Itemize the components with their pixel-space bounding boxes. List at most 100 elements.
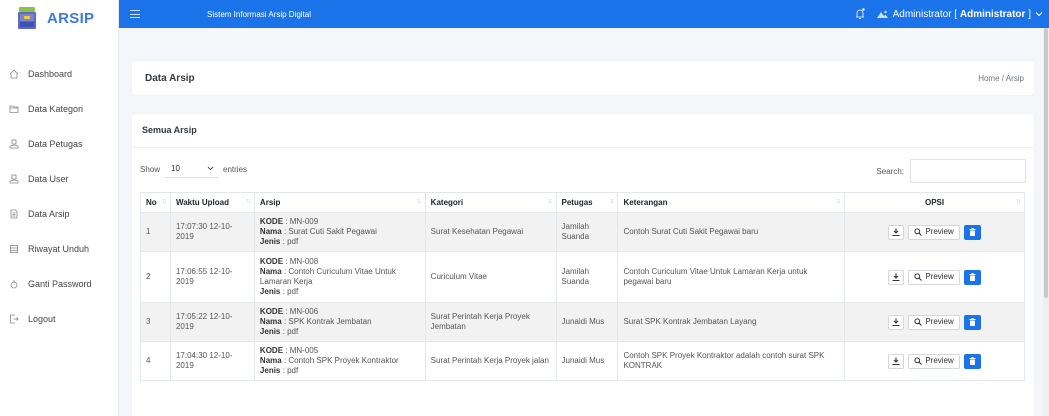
preview-button[interactable]: Preview — [908, 314, 960, 330]
arsip-jenis: Jenis : pdf — [259, 287, 299, 296]
column-header-no[interactable]: No ↑↓ — [140, 192, 171, 213]
cell-waktu-upload: 17:05:22 12-10-2019 — [169, 302, 255, 342]
column-header-kategori[interactable]: Kategori ↑↓ — [424, 192, 557, 213]
sidebar-item-label: Ganti Password — [28, 278, 92, 289]
cell-no: 4 — [140, 341, 171, 381]
arsip-nama: Nama : Contoh Curiculum Vitae Untuk Lama… — [259, 267, 396, 286]
column-header-arsip[interactable]: Arsip ↑↓ — [253, 192, 426, 213]
menu-toggle-button[interactable] — [130, 10, 140, 18]
cell-keterangan: Surat SPK Kontrak Jembatan Layang — [617, 302, 846, 342]
trash-icon — [969, 357, 976, 365]
cell-arsip: KODE : MN-006 Nama : SPK Kontrak Jembatan… — [253, 302, 426, 342]
cell-opsi: Preview — [844, 302, 1025, 342]
preview-button[interactable]: Preview — [908, 353, 960, 369]
user-avatar-icon — [876, 10, 888, 19]
sidebar-item-label: Riwayat Unduh — [28, 243, 90, 254]
search-label: Search: — [876, 166, 904, 176]
sidebar-item-data-petugas[interactable]: Data Petugas — [0, 126, 118, 161]
user-icon — [9, 174, 19, 184]
cell-arsip: KODE : MN-008 Nama : Contoh Curiculum Vit… — [253, 251, 426, 303]
column-header-waktu-upload[interactable]: Waktu Upload ↑↓ — [169, 192, 255, 213]
cell-waktu-upload: 17:04:30 12-10-2019 — [169, 341, 255, 381]
sidebar-item-ganti-password[interactable]: Ganti Password — [0, 266, 118, 301]
app-title: Sistem Informasi Arsip Digital — [207, 9, 312, 19]
delete-button[interactable] — [963, 269, 981, 285]
search-wrap: Search: — [876, 159, 1026, 183]
sidebar-item-label: Data Kategori — [28, 103, 84, 114]
sidebar: ARSIP Dashboard Data Kategori Data Petug… — [0, 0, 119, 416]
scrollbar-thumb[interactable] — [1044, 28, 1048, 298]
chevron-down-icon — [207, 164, 214, 173]
search-input[interactable] — [910, 159, 1026, 183]
table-row: 4 17:04:30 12-10-2019 KODE : MN-005 Nama : … — [140, 341, 1025, 381]
cell-waktu-upload: 17:06:55 12-10-2019 — [169, 251, 255, 303]
cell-petugas: Junaidi Mus — [555, 341, 619, 381]
cell-arsip: KODE : MN-009 Nama : Surat Cuti Sakit Peg… — [253, 212, 426, 252]
cell-opsi: Preview — [844, 341, 1025, 381]
sort-icon: ↑↓ — [245, 198, 251, 205]
arsip-jenis: Jenis : pdf — [259, 366, 299, 375]
entries-value: 10 — [171, 164, 180, 173]
table-row: 1 17:07:30 12-10-2019 KODE : MN-009 Nama : … — [140, 212, 1025, 252]
delete-button[interactable] — [963, 314, 981, 330]
preview-button[interactable]: Preview — [908, 224, 960, 240]
download-button[interactable] — [888, 269, 905, 285]
folder-icon — [9, 104, 19, 114]
download-button[interactable] — [888, 224, 905, 240]
sidebar-item-dashboard[interactable]: Dashboard — [0, 56, 118, 91]
row-actions: Preview — [850, 353, 1019, 369]
sort-icon: ↑↓ — [416, 198, 422, 205]
sort-icon: ↑↓ — [161, 198, 167, 205]
column-header-opsi[interactable]: OPSI ↑↓ — [844, 192, 1025, 213]
column-header-keterangan[interactable]: Keterangan ↑↓ — [617, 192, 846, 213]
divider — [132, 147, 1034, 148]
notification-bell-icon[interactable] — [855, 8, 865, 20]
sidebar-item-data-arsip[interactable]: Data Arsip — [0, 196, 118, 231]
download-icon — [892, 273, 900, 281]
cell-opsi: Preview — [844, 251, 1025, 303]
entries-select[interactable]: 10 — [165, 160, 219, 178]
arsip-kode: KODE : MN-006 — [259, 307, 319, 316]
show-entries: Show 10 entries — [140, 160, 247, 178]
user-menu[interactable]: Administrator [ Administrator ] — [893, 9, 1031, 20]
cell-keterangan: Contoh Curiculum Vitae Untuk Lamaran Ker… — [617, 251, 846, 303]
column-header-petugas[interactable]: Petugas ↑↓ — [555, 192, 619, 213]
cell-opsi: Preview — [844, 212, 1025, 252]
brand-name: ARSIP — [47, 9, 95, 27]
sidebar-item-riwayat-unduh[interactable]: Riwayat Unduh — [0, 231, 118, 266]
card-title: Semua Arsip — [142, 125, 197, 135]
page-title: Data Arsip — [145, 72, 195, 84]
sidebar-item-logout[interactable]: Logout — [0, 301, 118, 336]
brand[interactable]: ARSIP — [0, 0, 118, 36]
arsip-nama: Nama : SPK Kontrak Jembatan — [259, 317, 372, 326]
table-header-row: No ↑↓ Waktu Upload ↑↓ Arsip ↑↓ Kategori ↑↓ P… — [140, 192, 1025, 213]
delete-button[interactable] — [963, 224, 981, 240]
download-button[interactable] — [888, 353, 905, 369]
user-icon — [9, 139, 19, 149]
cell-kategori: Surat Perintah Kerja Proyek Jembatan — [424, 302, 557, 342]
breadcrumb[interactable]: Home / Arsip — [978, 74, 1024, 83]
preview-button[interactable]: Preview — [908, 269, 960, 285]
search-icon — [914, 318, 923, 326]
arsip-kode: KODE : MN-005 — [259, 346, 319, 355]
sidebar-item-data-user[interactable]: Data User — [0, 161, 118, 196]
row-actions: Preview — [850, 224, 1019, 240]
chevron-down-icon[interactable] — [1035, 9, 1043, 19]
cell-keterangan: Contoh SPK Proyek Kontraktor adalah cont… — [617, 341, 846, 381]
download-icon — [892, 228, 900, 236]
sort-icon: ↑↓ — [547, 198, 553, 205]
arsip-jenis: Jenis : pdf — [259, 237, 299, 246]
sidebar-item-data-kategori[interactable]: Data Kategori — [0, 91, 118, 126]
trash-icon — [969, 228, 976, 236]
row-actions: Preview — [850, 269, 1019, 285]
cell-arsip: KODE : MN-005 Nama : Contoh SPK Proyek Ko… — [253, 341, 426, 381]
preview-label: Preview — [925, 227, 954, 236]
sort-icon: ↑↓ — [609, 198, 614, 205]
cell-kategori: Surat Perintah Kerja Proyek jalan — [424, 341, 557, 381]
search-icon — [914, 228, 923, 236]
delete-button[interactable] — [963, 353, 981, 369]
table-row: 2 17:06:55 12-10-2019 KODE : MN-008 Nama : … — [140, 251, 1025, 303]
download-button[interactable] — [888, 314, 905, 330]
sidebar-item-label: Data User — [28, 173, 69, 184]
trash-icon — [969, 273, 976, 281]
